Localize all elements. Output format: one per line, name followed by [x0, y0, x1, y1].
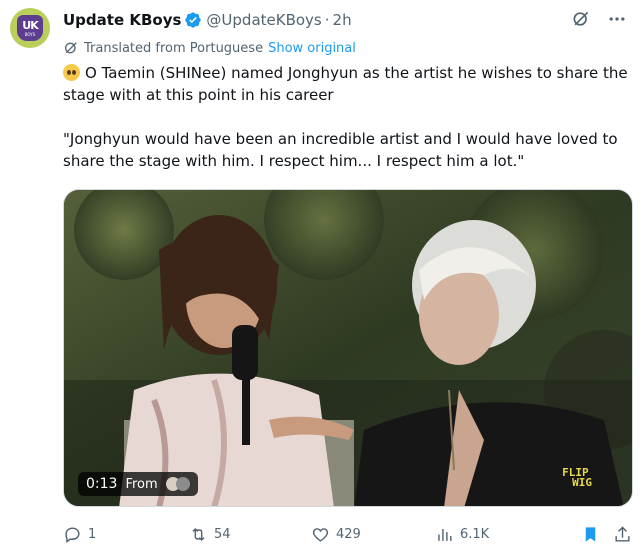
avatar[interactable]: UK BOYS [10, 8, 50, 48]
top-actions [570, 8, 628, 30]
reply-icon [65, 526, 80, 543]
translation-label: Translated from Portuguese [84, 40, 264, 56]
video-player[interactable]: 0:13 From FLIP WIG [63, 189, 633, 507]
share-button[interactable] [613, 525, 632, 544]
video-frame [64, 190, 632, 506]
bookmark-icon [585, 526, 596, 542]
heart-icon [312, 527, 329, 542]
views-count: 6.1K [460, 526, 490, 542]
views-icon [438, 528, 452, 541]
pleading-face-emoji [63, 64, 80, 81]
action-bar: 1 54 429 6.1K [63, 522, 633, 546]
separator-dot: · [324, 11, 330, 29]
bookmark-button[interactable] [581, 525, 600, 544]
source-avatar-icon-2[interactable] [175, 477, 190, 491]
reply-count: 1 [88, 526, 97, 542]
retweet-button[interactable]: 54 [189, 525, 231, 544]
show-original-link[interactable]: Show original [268, 41, 356, 56]
tweet-line-2: "Jonghyun would have been an incredible … [63, 130, 618, 170]
avatar-logo: UK BOYS [17, 15, 43, 41]
share-icon [615, 525, 630, 542]
translate-icon [65, 42, 77, 54]
grok-icon[interactable] [570, 8, 592, 30]
author-handle[interactable]: @UpdateKBoys [206, 11, 321, 29]
video-time: 0:13 [86, 476, 118, 492]
like-button[interactable]: 429 [311, 525, 361, 544]
author-name[interactable]: Update KBoys [63, 11, 181, 29]
tweet-line-1: O Taemin (SHINee) named Jonghyun as the … [63, 64, 628, 104]
views-button[interactable]: 6.1K [435, 525, 489, 544]
retweet-count: 54 [214, 526, 231, 542]
retweet-icon [192, 527, 205, 541]
video-timecode: 0:13 From [78, 472, 198, 496]
more-options-icon[interactable] [606, 8, 628, 30]
video-watermark: FLIP WIG [562, 466, 592, 489]
from-label: From [125, 476, 158, 492]
tweet-text: O Taemin (SHINee) named Jonghyun as the … [63, 62, 635, 172]
verified-badge-icon [185, 12, 202, 28]
like-count: 429 [336, 526, 361, 542]
translation-bar: Translated from Portuguese Show original [63, 38, 356, 58]
tweet[interactable]: UK BOYS Update KBoys @UpdateKBoys · 2h T… [0, 0, 644, 554]
reply-button[interactable]: 1 [63, 525, 96, 544]
tweet-header: Update KBoys @UpdateKBoys · 2h [63, 9, 352, 31]
timestamp[interactable]: 2h [333, 11, 352, 29]
